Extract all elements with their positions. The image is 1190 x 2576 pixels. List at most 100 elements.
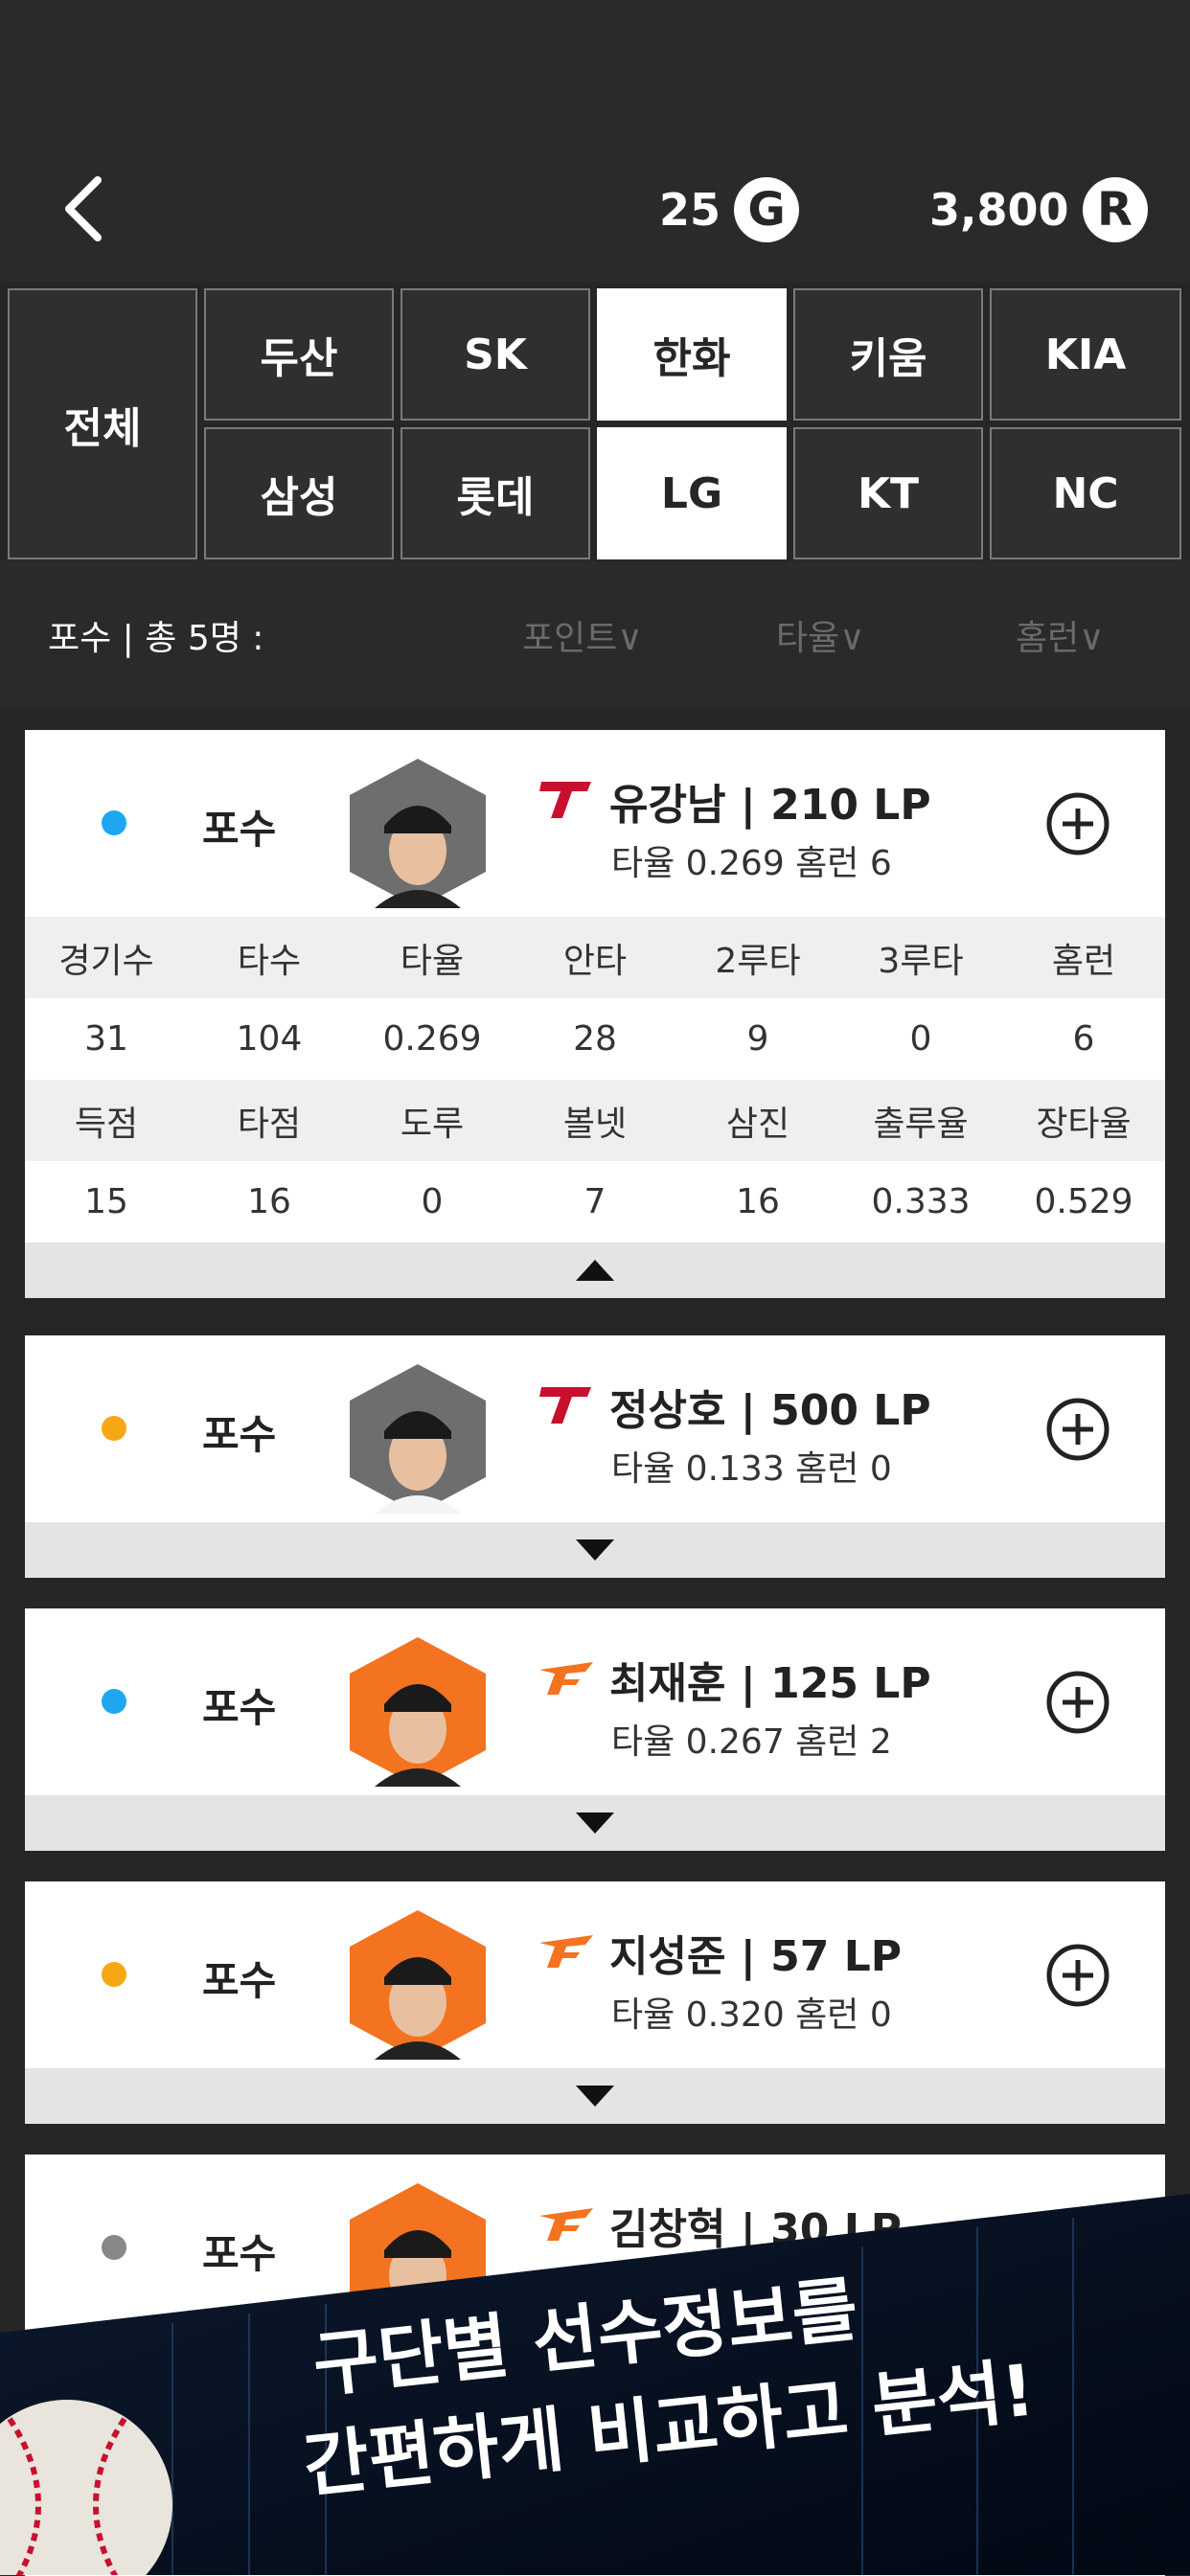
player-count: 포수 | 총 5명 : xyxy=(48,619,264,658)
twins-team-logo-icon xyxy=(539,782,591,818)
stats-value-row: 15 16 0 7 16 0.333 0.529 xyxy=(25,1161,1165,1242)
ruby-icon: R xyxy=(1082,177,1148,242)
expand-toggle[interactable] xyxy=(25,2068,1165,2124)
team-filter-kt[interactable]: KT xyxy=(793,427,983,559)
stat-label: 홈런 xyxy=(1051,941,1116,981)
stat-value: 31 xyxy=(84,1019,128,1059)
stat-label: 삼진 xyxy=(725,1104,790,1144)
team-filter-kia[interactable]: KIA xyxy=(990,288,1181,421)
team-filter-all[interactable]: 전체 xyxy=(8,288,197,559)
stats-value-row: 31 104 0.269 28 9 0 6 xyxy=(25,998,1165,1080)
stat-label: 타점 xyxy=(237,1104,302,1144)
player-name: 지성준 | 57 LP xyxy=(609,1932,902,1981)
add-player-icon[interactable] xyxy=(1045,1670,1110,1735)
status-dot xyxy=(102,1689,126,1714)
stat-value: 28 xyxy=(573,1019,617,1059)
stat-label: 3루타 xyxy=(878,941,964,981)
team-filter-doosan[interactable]: 두산 xyxy=(204,288,394,421)
ruby-balance: 3,800 R xyxy=(929,177,1148,242)
triangle-down-icon xyxy=(576,2086,614,2107)
ruby-amount: 3,800 xyxy=(929,184,1069,236)
stat-value: 7 xyxy=(584,1182,606,1221)
player-position: 포수 xyxy=(202,1684,277,1731)
player-summary: 타율 0.267 홈런 2 xyxy=(611,1722,892,1762)
collapse-toggle[interactable] xyxy=(25,1242,1165,1298)
player-summary: 타율 0.269 홈런 6 xyxy=(611,844,892,883)
player-summary: 타율 0.133 홈런 0 xyxy=(611,1449,892,1489)
stat-label: 장타율 xyxy=(1036,1104,1132,1144)
stats-header-row: 경기수 타수 타율 안타 2루타 3루타 홈런 xyxy=(25,917,1165,998)
stat-label: 도루 xyxy=(400,1104,465,1144)
player-avatar xyxy=(350,1364,486,1514)
expand-toggle[interactable] xyxy=(25,1795,1165,1851)
gold-balance: 25 G xyxy=(659,177,800,242)
player-avatar xyxy=(350,1637,486,1787)
add-player-icon[interactable] xyxy=(1045,1397,1110,1462)
stat-value: 0.269 xyxy=(382,1019,482,1059)
stat-value: 9 xyxy=(746,1019,769,1059)
stat-value: 104 xyxy=(236,1019,303,1059)
stat-label: 안타 xyxy=(562,941,628,981)
status-dot xyxy=(102,810,126,835)
player-summary: 타율 0.320 홈런 0 xyxy=(611,1995,892,2035)
sort-homerun-button[interactable]: 홈런∨ xyxy=(1016,610,1105,660)
expand-toggle[interactable] xyxy=(25,1522,1165,1578)
player-name: 유강남 | 210 LP xyxy=(609,781,931,830)
status-dot xyxy=(102,1416,126,1441)
triangle-up-icon xyxy=(576,1260,614,1281)
status-dot xyxy=(102,1962,126,1987)
stats-header-row: 득점 타점 도루 볼넷 삼진 출루율 장타율 xyxy=(25,1080,1165,1161)
stat-label: 타수 xyxy=(237,941,302,981)
stat-value: 6 xyxy=(1072,1019,1095,1059)
stat-label: 타율 xyxy=(400,941,465,981)
twins-team-logo-icon xyxy=(539,1387,591,1424)
team-filter-grid: 전체 두산 SK 한화 키움 KIA 삼성 롯데 LG KT NC xyxy=(0,283,1190,560)
team-filter-sk[interactable]: SK xyxy=(400,288,590,421)
gold-amount: 25 xyxy=(659,184,721,236)
triangle-down-icon xyxy=(576,1539,614,1561)
eagles-team-logo-icon xyxy=(539,1662,593,1695)
player-avatar xyxy=(350,1910,486,2060)
stat-label: 득점 xyxy=(74,1104,139,1144)
stat-value: 15 xyxy=(84,1182,128,1221)
player-position: 포수 xyxy=(202,1957,277,2004)
list-header: 포수 | 총 5명 : 포인트∨ 타율∨ 홈런∨ xyxy=(0,560,1190,709)
stat-label: 2루타 xyxy=(715,941,801,981)
stat-value: 0.333 xyxy=(871,1182,971,1221)
sort-average-button[interactable]: 타율∨ xyxy=(776,610,865,660)
team-filter-kiwoom[interactable]: 키움 xyxy=(793,288,983,421)
promo-banner: 구단별 선수정보를 간편하게 비교하고 분석! xyxy=(0,2194,1190,2575)
player-card[interactable]: 포수 최재훈 | 125 LP 타율 0.267 홈런 2 xyxy=(25,1608,1165,1851)
back-button[interactable] xyxy=(57,171,115,247)
stat-label: 출루율 xyxy=(873,1104,969,1144)
eagles-team-logo-icon xyxy=(539,1935,593,1968)
team-filter-lg[interactable]: LG xyxy=(597,427,787,559)
stat-label: 볼넷 xyxy=(562,1104,628,1144)
player-card[interactable]: 포수 지성준 | 57 LP 타율 0.320 홈런 0 xyxy=(25,1881,1165,2124)
player-stats-table: 경기수 타수 타율 안타 2루타 3루타 홈런 31 104 0.269 28 … xyxy=(25,917,1165,1242)
team-filter-hanwha[interactable]: 한화 xyxy=(597,288,787,421)
stat-value: 16 xyxy=(247,1182,291,1221)
player-name: 정상호 | 500 LP xyxy=(609,1386,931,1435)
add-player-icon[interactable] xyxy=(1045,1943,1110,2008)
sort-point-button[interactable]: 포인트∨ xyxy=(522,610,643,660)
player-card[interactable]: 포수 유강남 | 210 LP 타율 0.269 홈런 6 경기수 타수 타율 … xyxy=(25,730,1165,1298)
team-filter-nc[interactable]: NC xyxy=(990,427,1181,559)
player-position: 포수 xyxy=(202,806,277,853)
stat-value: 0 xyxy=(421,1182,444,1221)
top-bar: 25 G 3,800 R xyxy=(0,0,1190,283)
add-player-icon[interactable] xyxy=(1045,791,1110,856)
team-filter-lotte[interactable]: 롯데 xyxy=(400,427,590,559)
stat-value: 0.529 xyxy=(1034,1182,1133,1221)
player-card[interactable]: 포수 정상호 | 500 LP 타율 0.133 홈런 0 xyxy=(25,1335,1165,1578)
stat-label: 경기수 xyxy=(58,941,154,981)
player-name: 최재훈 | 125 LP xyxy=(609,1659,931,1708)
stat-value: 0 xyxy=(909,1019,932,1059)
chevron-left-icon xyxy=(65,176,102,241)
triangle-down-icon xyxy=(576,1812,614,1834)
gold-icon: G xyxy=(734,177,800,242)
stat-value: 16 xyxy=(736,1182,780,1221)
player-avatar xyxy=(350,759,486,908)
team-filter-samsung[interactable]: 삼성 xyxy=(204,427,394,559)
player-position: 포수 xyxy=(202,1411,277,1458)
